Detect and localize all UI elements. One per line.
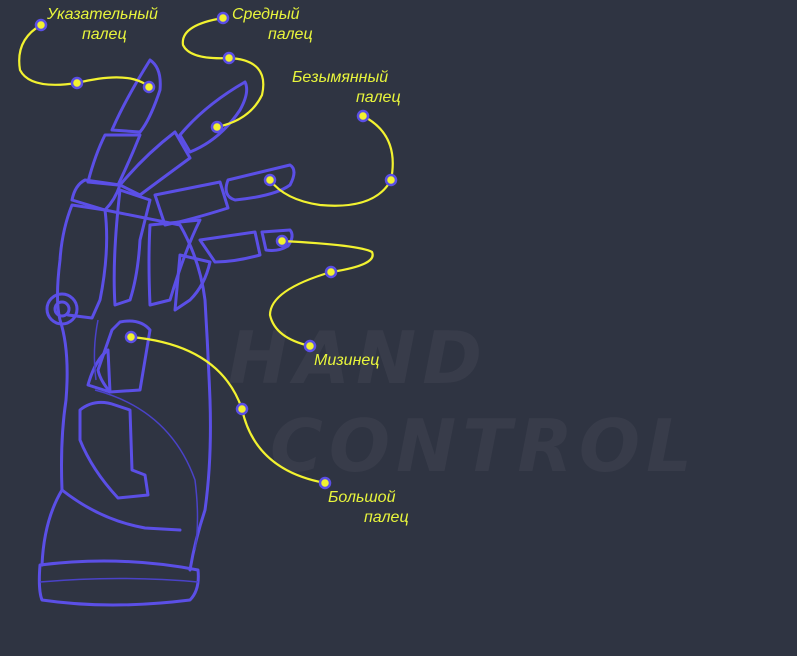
- label-ring-finger: Безымянный палец: [292, 68, 401, 108]
- ring-callout-line: [269, 115, 394, 207]
- middle-marker-end: [210, 120, 224, 134]
- index-marker-end: [142, 80, 156, 94]
- middle-finger-base: [112, 188, 152, 307]
- robotic-hand-outline: [37, 58, 296, 607]
- ring-marker-end: [263, 173, 277, 187]
- middle-finger-tip: [178, 80, 249, 154]
- pinky-mid: [198, 230, 262, 264]
- thumb-top: [96, 319, 152, 394]
- ring-marker-mid: [384, 173, 398, 187]
- thumb-marker-end: [318, 476, 332, 490]
- pinky-callout-line: [268, 239, 374, 348]
- thumb-callout-line: [130, 335, 326, 485]
- label-thumb-line1: Большой: [328, 489, 396, 506]
- label-ring-line1: Безымянный: [292, 69, 389, 86]
- label-pinky-finger: Мизинец: [314, 351, 379, 371]
- pinky-marker-end: [303, 339, 317, 353]
- hand-detail-lines: [39, 319, 199, 583]
- base-ring-line: [39, 577, 199, 583]
- label-ring-line2: палец: [356, 89, 401, 106]
- index-marker-mid: [70, 76, 84, 90]
- label-pinky-line1: Мизинец: [314, 352, 380, 369]
- thumb-marker-start: [124, 330, 138, 344]
- index-marker-start: [34, 18, 48, 32]
- ring-finger-tip: [224, 163, 296, 202]
- label-thumb-line2: палец: [364, 509, 409, 526]
- label-middle-line2: палец: [268, 26, 313, 43]
- middle-marker-mid: [222, 51, 236, 65]
- label-index-finger: Указательный палец: [47, 5, 158, 45]
- palm-inner: [60, 488, 182, 532]
- ring-finger-base: [147, 218, 202, 307]
- middle-finger-mid: [118, 130, 192, 197]
- index-finger-tip: [110, 58, 162, 134]
- ring-marker-start: [356, 109, 370, 123]
- label-middle-finger: Средный палец: [232, 5, 313, 45]
- thumb-marker-mid: [235, 402, 249, 416]
- thumb-web-curve: [94, 389, 199, 551]
- label-index-line2: палец: [82, 26, 127, 43]
- palm: [40, 203, 212, 572]
- hand-base: [37, 559, 200, 607]
- thumb-lower: [78, 400, 150, 500]
- pinky-marker-mid: [324, 265, 338, 279]
- label-index-line1: Указательный: [47, 6, 158, 23]
- wrist-joint-outer: [45, 292, 79, 326]
- label-thumb: Большой палец: [328, 488, 409, 528]
- label-middle-line1: Средный: [232, 6, 300, 23]
- middle-marker-start: [216, 11, 230, 25]
- index-finger-mid: [86, 133, 142, 187]
- pinky-marker-start: [275, 234, 289, 248]
- ring-finger-mid: [153, 180, 230, 227]
- hand-diagram: HAND CONTROL Указательный палец Средный …: [0, 0, 797, 656]
